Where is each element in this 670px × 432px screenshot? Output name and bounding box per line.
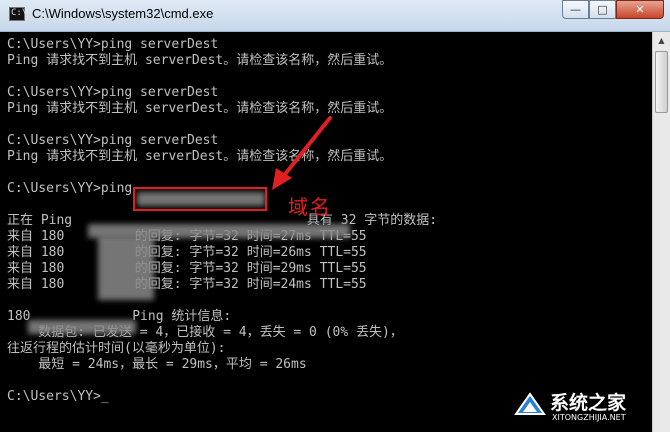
watermark-subtitle: XITONGZHIJIA.NET [552,413,626,422]
domain-annotation-label: 域名 [288,195,332,219]
cmd-window: C:\ C:\Windows\system32\cmd.exe — □ ✕ C:… [0,0,670,432]
site-watermark: 系统之家 XITONGZHIJIA.NET [500,384,670,432]
watermark-logo-icon [514,392,546,415]
annotation-arrow-icon [272,116,332,190]
watermark-title: 系统之家 [550,392,627,414]
